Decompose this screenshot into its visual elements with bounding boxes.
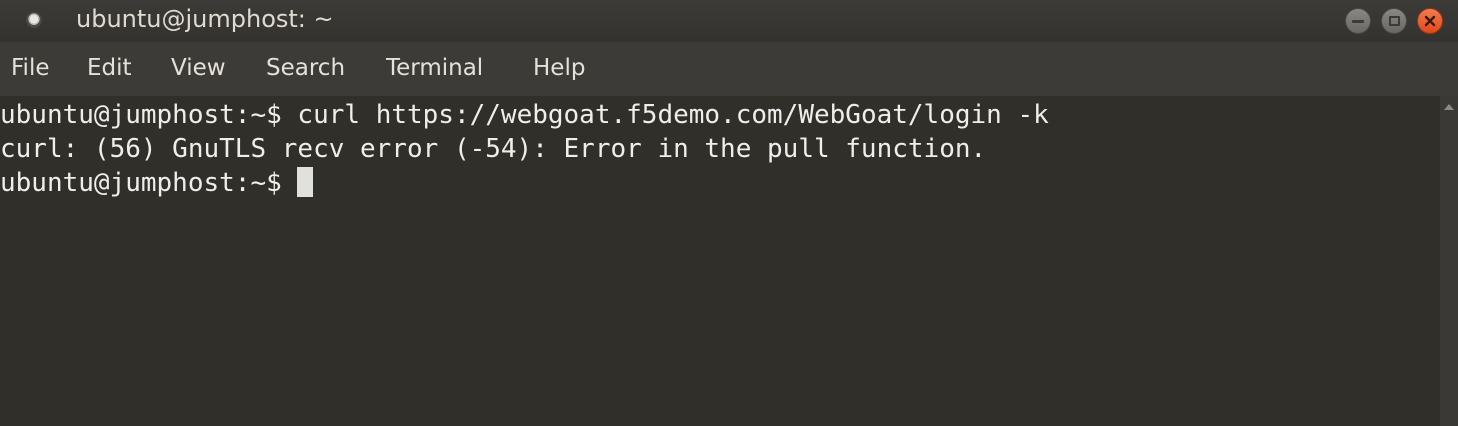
menu-edit[interactable]: Edit (87, 55, 132, 81)
shell-prompt: ubuntu@jumphost:~$ (0, 168, 298, 198)
title-bar[interactable]: ubuntu@jumphost: ~ (0, 0, 1458, 42)
menu-terminal[interactable]: Terminal (386, 55, 483, 81)
minimize-button[interactable] (1345, 8, 1371, 34)
maximize-icon (1388, 16, 1400, 26)
vertical-scrollbar[interactable] (1440, 96, 1458, 426)
menu-file[interactable]: File (11, 55, 50, 81)
menu-search[interactable]: Search (266, 55, 345, 81)
close-button[interactable] (1417, 8, 1443, 34)
error-output: curl: (56) GnuTLS recv error (-54): Erro… (0, 134, 987, 164)
menu-help[interactable]: Help (533, 55, 585, 81)
close-icon (1424, 15, 1436, 27)
terminal-app-icon (26, 12, 42, 28)
scroll-up-arrow-icon[interactable] (1444, 104, 1454, 110)
minimize-icon (1352, 19, 1364, 23)
window-title: ubuntu@jumphost: ~ (76, 5, 334, 33)
terminal-line: ubuntu@jumphost:~$ curl https://webgoat.… (0, 98, 1049, 132)
text-cursor (297, 167, 314, 197)
menu-view[interactable]: View (171, 55, 226, 81)
maximize-button[interactable] (1381, 8, 1407, 34)
terminal-line: ubuntu@jumphost:~$ (0, 166, 314, 200)
shell-prompt: ubuntu@jumphost:~$ (0, 100, 298, 130)
terminal-line: curl: (56) GnuTLS recv error (-54): Erro… (0, 132, 986, 166)
command-text: curl https://webgoat.f5demo.com/WebGoat/… (297, 100, 1049, 130)
terminal-output[interactable]: ubuntu@jumphost:~$ curl https://webgoat.… (0, 96, 1440, 426)
menu-bar: File Edit View Search Terminal Help (0, 42, 1458, 96)
terminal-window: ubuntu@jumphost: ~ File Edit View Search… (0, 0, 1458, 426)
